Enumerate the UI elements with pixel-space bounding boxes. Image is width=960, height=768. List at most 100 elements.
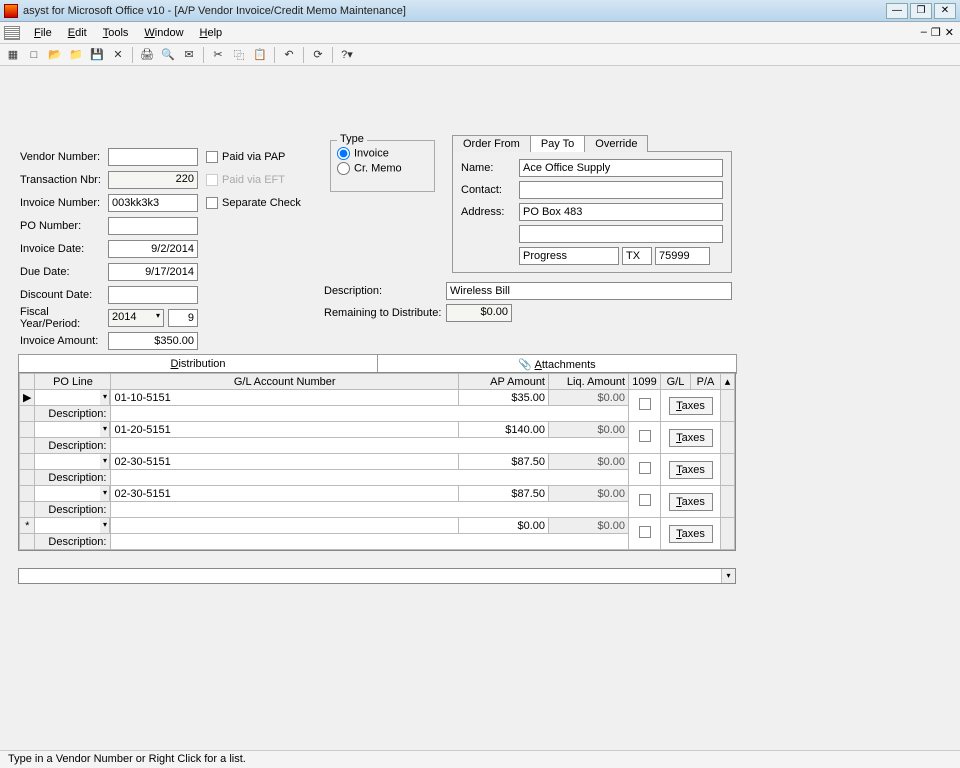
ap-amount-cell[interactable]: $0.00: [459, 518, 549, 534]
tab-attachments[interactable]: 📎 Attachments: [377, 354, 737, 374]
separate-check-label: Separate Check: [222, 197, 301, 209]
ap-amount-cell[interactable]: $140.00: [459, 422, 549, 438]
titlebar: asyst for Microsoft Office v10 - [A/P Ve…: [0, 0, 960, 22]
maximize-button[interactable]: ❐: [910, 3, 932, 19]
name-input[interactable]: [519, 159, 723, 177]
menu-file[interactable]: File: [26, 25, 60, 41]
col-1099[interactable]: 1099: [629, 374, 661, 390]
ap-amount-cell[interactable]: $87.50: [459, 454, 549, 470]
menu-help[interactable]: Help: [192, 25, 231, 41]
scroll-up[interactable]: ▴: [721, 374, 735, 390]
menu-edit[interactable]: Edit: [60, 25, 95, 41]
gl-account-cell[interactable]: ▾01-10-5151: [111, 390, 459, 406]
invoice-amount-input[interactable]: [108, 332, 198, 350]
tab-pay-to[interactable]: Pay To: [530, 135, 585, 152]
row-description-cell[interactable]: [111, 534, 629, 550]
print-button[interactable]: 🖨: [138, 46, 156, 64]
description-input[interactable]: [446, 282, 732, 300]
c1099-checkbox[interactable]: [629, 454, 661, 486]
invoice-number-label: Invoice Number:: [20, 197, 108, 209]
row-description-cell[interactable]: [111, 502, 629, 518]
taxes-button[interactable]: Taxes: [669, 461, 713, 479]
send-button[interactable]: ✉: [180, 46, 198, 64]
fiscal-period-input[interactable]: [168, 309, 198, 327]
menu-tools[interactable]: Tools: [95, 25, 137, 41]
menu-window[interactable]: Window: [136, 25, 191, 41]
type-crmemo-radio[interactable]: Cr. Memo: [337, 162, 428, 175]
invoice-date-input[interactable]: [108, 240, 198, 258]
contact-input[interactable]: [519, 181, 723, 199]
po-number-input[interactable]: [108, 217, 198, 235]
row-description-label: Description:: [35, 502, 111, 518]
type-invoice-radio[interactable]: Invoice: [337, 147, 428, 160]
mdi-restore[interactable]: ❐: [931, 26, 941, 39]
zip-input[interactable]: [655, 247, 710, 265]
mdi-close[interactable]: ✕: [945, 26, 954, 39]
paid-via-pap-checkbox[interactable]: [206, 151, 218, 163]
invoice-number-input[interactable]: [108, 194, 198, 212]
row-description-cell[interactable]: [111, 406, 629, 422]
cut-button[interactable]: ✂: [209, 46, 227, 64]
toolbar: ▦ □ 📂 📁 💾 ✕ 🖨 🔍 ✉ ✂ ⿻ 📋 ↶ ⟳ ?▾: [0, 44, 960, 66]
scroll-down[interactable]: ▾: [721, 569, 735, 583]
copy-button[interactable]: ⿻: [230, 46, 248, 64]
delete-button[interactable]: ✕: [109, 46, 127, 64]
col-liq-amount[interactable]: Liq. Amount: [549, 374, 629, 390]
discount-date-input[interactable]: [108, 286, 198, 304]
gl-account-cell[interactable]: ▾01-20-5151: [111, 422, 459, 438]
col-gl-account[interactable]: G/L Account Number: [111, 374, 459, 390]
window-title: asyst for Microsoft Office v10 - [A/P Ve…: [23, 5, 886, 17]
col-pa[interactable]: P/A: [691, 374, 721, 390]
discount-date-label: Discount Date:: [20, 289, 108, 301]
ap-amount-cell[interactable]: $35.00: [459, 390, 549, 406]
col-gl-btn[interactable]: G/L: [661, 374, 691, 390]
address2-input[interactable]: [519, 225, 723, 243]
taxes-button[interactable]: Taxes: [669, 429, 713, 447]
c1099-checkbox[interactable]: [629, 518, 661, 550]
save-disk-button[interactable]: 💾: [88, 46, 106, 64]
due-date-input[interactable]: [108, 263, 198, 281]
new-button[interactable]: □: [25, 46, 43, 64]
paste-button[interactable]: 📋: [251, 46, 269, 64]
help-button[interactable]: ?▾: [338, 46, 356, 64]
liq-amount-cell: $0.00: [549, 518, 629, 534]
system-menu-icon[interactable]: [4, 26, 20, 40]
state-input[interactable]: [622, 247, 652, 265]
separate-check-checkbox[interactable]: [206, 197, 218, 209]
save-button[interactable]: 📁: [67, 46, 85, 64]
tab-override[interactable]: Override: [584, 135, 648, 152]
row-description-cell[interactable]: [111, 470, 629, 486]
row-description-label: Description:: [35, 534, 111, 550]
taxes-button[interactable]: Taxes: [669, 493, 713, 511]
taxes-button[interactable]: Taxes: [669, 525, 713, 543]
gl-account-cell[interactable]: ▾02-30-5151: [111, 486, 459, 502]
col-po-line[interactable]: PO Line: [35, 374, 111, 390]
close-button[interactable]: ✕: [934, 3, 956, 19]
c1099-checkbox[interactable]: [629, 390, 661, 422]
toolbar-app-icon[interactable]: ▦: [4, 46, 22, 64]
col-ap-amount[interactable]: AP Amount: [459, 374, 549, 390]
c1099-checkbox[interactable]: [629, 486, 661, 518]
fiscal-year-select[interactable]: 2014▾: [108, 309, 164, 327]
mdi-minimize[interactable]: –: [921, 26, 927, 39]
transaction-nbr-field: 220: [108, 171, 198, 189]
gl-account-cell[interactable]: ▾02-30-5151: [111, 454, 459, 470]
preview-button[interactable]: 🔍: [159, 46, 177, 64]
c1099-checkbox[interactable]: [629, 422, 661, 454]
address1-input[interactable]: [519, 203, 723, 221]
taxes-cell: Taxes: [661, 454, 721, 486]
undo-button[interactable]: ↶: [280, 46, 298, 64]
gl-account-cell[interactable]: ▾: [111, 518, 459, 534]
tab-distribution[interactable]: Distribution: [18, 354, 378, 374]
tab-order-from[interactable]: Order From: [452, 135, 531, 152]
open-button[interactable]: 📂: [46, 46, 64, 64]
ap-amount-cell[interactable]: $87.50: [459, 486, 549, 502]
row-description-cell[interactable]: [111, 438, 629, 454]
taxes-button[interactable]: Taxes: [669, 397, 713, 415]
minimize-button[interactable]: —: [886, 3, 908, 19]
refresh-button[interactable]: ⟳: [309, 46, 327, 64]
row-indicator: [20, 454, 35, 470]
city-input[interactable]: [519, 247, 619, 265]
po-number-label: PO Number:: [20, 220, 108, 232]
vendor-number-input[interactable]: [108, 148, 198, 166]
